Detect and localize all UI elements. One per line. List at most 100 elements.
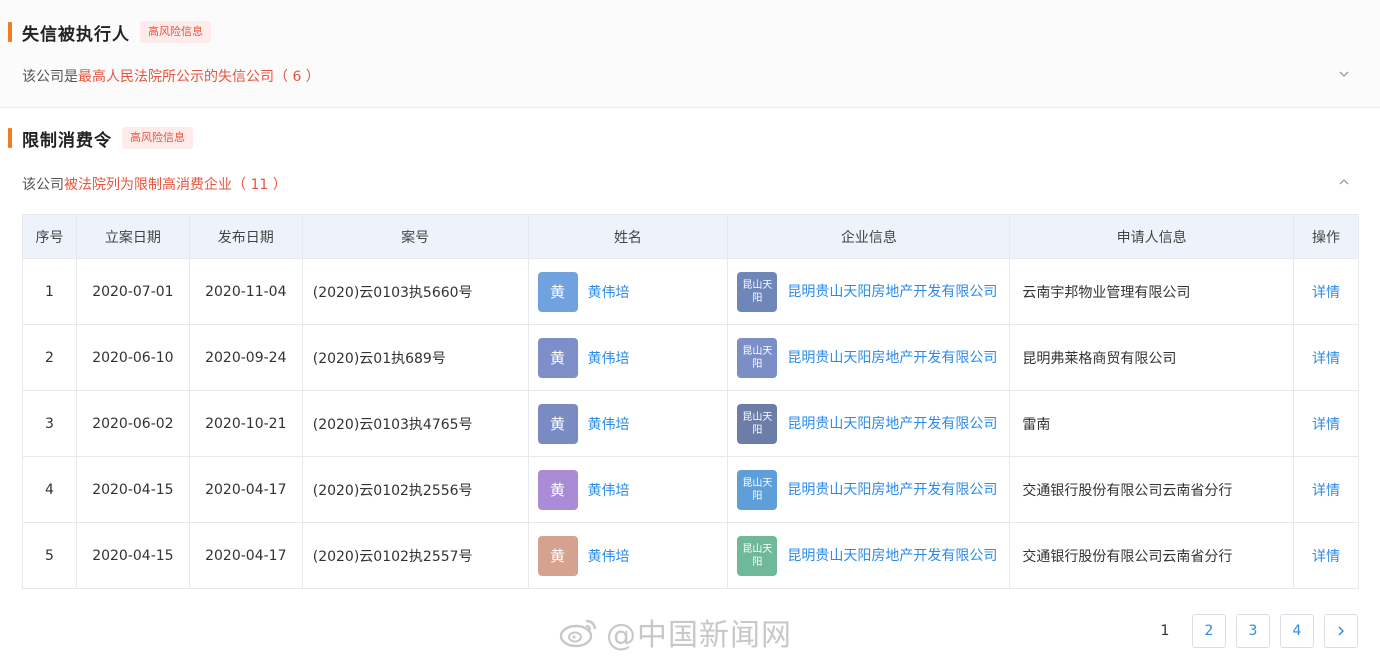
watermark: @中国新闻网 [558, 610, 792, 654]
row-person-cell: 黄黄伟培 [527, 324, 729, 391]
row-action-cell: 详情 [1293, 324, 1359, 391]
person-info[interactable]: 黄黄伟培 [529, 271, 728, 312]
row-index: 3 [22, 390, 77, 457]
table-row: 3 2020-06-02 2020-10-21 (2020)云0103执4765号黄黄… [22, 390, 1359, 457]
row-applicant: 交通银行股份有限公司云南省分行 [1009, 456, 1295, 523]
row-case-no: (2020)云01执689号 [301, 324, 529, 391]
page-1-button[interactable]: 1 [1148, 614, 1182, 648]
person-name-link[interactable]: 黄伟培 [588, 414, 630, 434]
person-name-link[interactable]: 黄伟培 [588, 546, 630, 566]
restriction-title: 限制消费令 [22, 130, 112, 151]
enterprise-logo: 昆山天阳 [737, 337, 778, 378]
desc-highlight[interactable]: 被法院列为限制高消费企业 [64, 177, 232, 193]
dishonest-section: 失信被执行人 高风险信息 该公司是最高人民法院所公示的失信公司（ 6 ） [0, 0, 1380, 108]
row-applicant: 云南宇邦物业管理有限公司 [1009, 258, 1295, 325]
person-name-link[interactable]: 黄伟培 [588, 348, 630, 368]
row-person-cell: 黄黄伟培 [527, 258, 729, 325]
person-info[interactable]: 黄黄伟培 [529, 535, 728, 576]
enterprise-name-link[interactable]: 昆明贵山天阳房地产开发有限公司 [787, 479, 999, 501]
table-row: 1 2020-07-01 2020-11-04 (2020)云0103执5660号黄黄… [22, 258, 1359, 325]
row-person-cell: 黄黄伟培 [527, 456, 729, 523]
row-enterprise-cell: 昆山天阳 昆明贵山天阳房地产开发有限公司 [727, 324, 1011, 391]
enterprise-info[interactable]: 昆山天阳 昆明贵山天阳房地产开发有限公司 [728, 469, 1009, 510]
enterprise-name-link[interactable]: 昆明贵山天阳房地产开发有限公司 [787, 281, 999, 303]
page-2-button[interactable]: 2 [1192, 614, 1226, 648]
row-enterprise-cell: 昆山天阳 昆明贵山天阳房地产开发有限公司 [727, 390, 1011, 457]
chevron-down-icon[interactable] [1336, 68, 1352, 84]
row-filed-date: 2020-06-02 [75, 390, 190, 457]
row-case-no: (2020)云0102执2556号 [301, 456, 529, 523]
row-index: 1 [22, 258, 77, 325]
row-index: 2 [22, 324, 77, 391]
restriction-section: 限制消费令 高风险信息 该公司被法院列为限制高消费企业（ 11 ） 序号 立案日… [0, 108, 1380, 668]
enterprise-logo: 昆山天阳 [737, 535, 778, 576]
details-link[interactable]: 详情 [1312, 285, 1340, 301]
row-person-cell: 黄黄伟培 [527, 390, 729, 457]
desc-prefix: 该公司是 [22, 69, 78, 85]
col-header-applicant: 申请人信息 [1009, 214, 1295, 259]
table-row: 2 2020-06-10 2020-09-24 (2020)云01执689号黄黄伟培昆… [22, 324, 1359, 391]
row-action-cell: 详情 [1293, 456, 1359, 523]
desc-count: （ 6 ） [274, 69, 320, 85]
row-enterprise-cell: 昆山天阳 昆明贵山天阳房地产开发有限公司 [727, 456, 1011, 523]
col-header-person: 姓名 [527, 214, 729, 259]
row-published-date: 2020-10-21 [188, 390, 303, 457]
col-header-action: 操作 [1293, 214, 1359, 259]
enterprise-info[interactable]: 昆山天阳 昆明贵山天阳房地产开发有限公司 [728, 271, 1009, 312]
desc-prefix: 该公司 [22, 177, 64, 193]
chevron-up-icon[interactable] [1336, 176, 1352, 192]
page-4-button[interactable]: 4 [1280, 614, 1314, 648]
enterprise-info[interactable]: 昆山天阳 昆明贵山天阳房地产开发有限公司 [728, 337, 1009, 378]
person-avatar: 黄 [537, 535, 578, 576]
person-info[interactable]: 黄黄伟培 [529, 403, 728, 444]
person-name-link[interactable]: 黄伟培 [588, 282, 630, 302]
details-link[interactable]: 详情 [1312, 483, 1340, 499]
row-applicant: 昆明弗莱格商贸有限公司 [1009, 324, 1295, 391]
person-info[interactable]: 黄黄伟培 [529, 337, 728, 378]
row-index: 5 [22, 522, 77, 589]
enterprise-logo: 昆山天阳 [737, 403, 778, 444]
table-body: 1 2020-07-01 2020-11-04 (2020)云0103执5660号黄黄… [22, 258, 1359, 589]
person-avatar: 黄 [537, 337, 578, 378]
page-3-button[interactable]: 3 [1236, 614, 1270, 648]
row-published-date: 2020-04-17 [188, 522, 303, 589]
col-header-published-date: 发布日期 [188, 214, 303, 259]
section-accent-bar [8, 22, 12, 42]
row-enterprise-cell: 昆山天阳 昆明贵山天阳房地产开发有限公司 [727, 522, 1011, 589]
details-link[interactable]: 详情 [1312, 417, 1340, 433]
row-applicant: 交通银行股份有限公司云南省分行 [1009, 522, 1295, 589]
chevron-right-icon [1338, 626, 1344, 636]
row-applicant: 雷南 [1009, 390, 1295, 457]
dishonest-desc: 该公司是最高人民法院所公示的失信公司（ 6 ） [22, 66, 320, 86]
watermark-text: @中国新闻网 [606, 618, 792, 653]
row-case-no: (2020)云0103执5660号 [301, 258, 529, 325]
details-link[interactable]: 详情 [1312, 351, 1340, 367]
details-link[interactable]: 详情 [1312, 549, 1340, 565]
row-published-date: 2020-11-04 [188, 258, 303, 325]
col-header-filed-date: 立案日期 [75, 214, 190, 259]
enterprise-info[interactable]: 昆山天阳 昆明贵山天阳房地产开发有限公司 [728, 403, 1009, 444]
person-avatar: 黄 [537, 403, 578, 444]
person-info[interactable]: 黄黄伟培 [529, 469, 728, 510]
enterprise-name-link[interactable]: 昆明贵山天阳房地产开发有限公司 [787, 347, 999, 369]
table-row: 4 2020-04-15 2020-04-17 (2020)云0102执2556号黄黄… [22, 456, 1359, 523]
col-header-case-no: 案号 [301, 214, 529, 259]
section-accent-bar [8, 128, 12, 148]
row-filed-date: 2020-07-01 [75, 258, 190, 325]
high-risk-tag: 高风险信息 [122, 127, 193, 149]
col-header-index: 序号 [22, 214, 77, 259]
dishonest-header: 失信被执行人 高风险信息 [8, 18, 211, 46]
enterprise-name-link[interactable]: 昆明贵山天阳房地产开发有限公司 [787, 413, 999, 435]
desc-highlight[interactable]: 最高人民法院所公示的失信公司 [78, 69, 274, 85]
weibo-icon [559, 619, 597, 648]
enterprise-info[interactable]: 昆山天阳 昆明贵山天阳房地产开发有限公司 [728, 535, 1009, 576]
row-action-cell: 详情 [1293, 258, 1359, 325]
enterprise-logo: 昆山天阳 [737, 469, 778, 510]
row-published-date: 2020-04-17 [188, 456, 303, 523]
row-filed-date: 2020-04-15 [75, 522, 190, 589]
row-action-cell: 详情 [1293, 390, 1359, 457]
desc-count: （ 11 ） [232, 177, 287, 193]
next-page-button[interactable] [1324, 614, 1358, 648]
enterprise-name-link[interactable]: 昆明贵山天阳房地产开发有限公司 [787, 545, 999, 567]
person-name-link[interactable]: 黄伟培 [588, 480, 630, 500]
